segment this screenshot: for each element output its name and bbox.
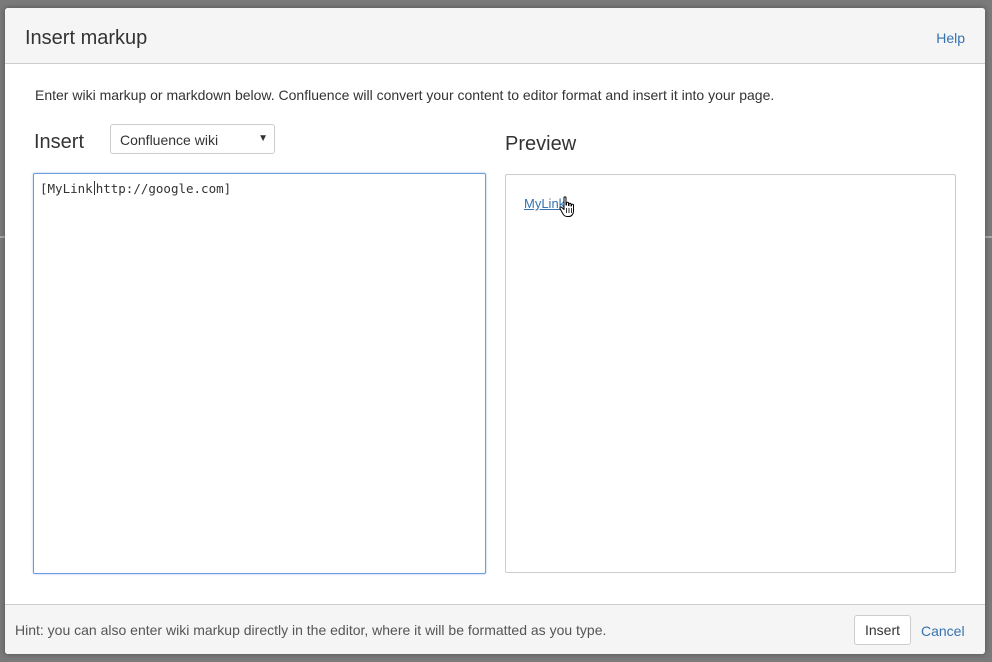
insert-markup-dialog: Insert markup Help Enter wiki markup or … <box>5 8 985 654</box>
cancel-link[interactable]: Cancel <box>921 622 965 640</box>
insert-label: Insert <box>34 131 85 153</box>
dialog-description: Enter wiki markup or markdown below. Con… <box>35 87 775 103</box>
preview-pane: MyLink <box>505 174 956 573</box>
markup-input[interactable]: [MyLink http://google.com] <box>33 173 486 574</box>
insert-button[interactable]: Insert <box>854 615 911 645</box>
footer-hint: Hint: you can also enter wiki markup dir… <box>15 622 607 638</box>
markup-text-before-caret: [MyLink <box>40 181 93 196</box>
chevron-down-icon: ▼ <box>258 133 268 144</box>
text-caret <box>93 181 95 195</box>
preview-label: Preview <box>505 133 577 155</box>
help-link[interactable]: Help <box>936 29 965 47</box>
markup-format-value: Confluence wiki <box>120 132 219 148</box>
markup-format-select[interactable]: Confluence wiki ▼ <box>110 124 275 154</box>
dialog-footer: Hint: you can also enter wiki markup dir… <box>5 604 985 654</box>
dialog-header: Insert markup Help <box>5 8 985 64</box>
markup-text-after-caret: http://google.com] <box>95 181 232 196</box>
dialog-title: Insert markup <box>25 27 148 49</box>
hand-cursor-icon <box>559 196 574 217</box>
